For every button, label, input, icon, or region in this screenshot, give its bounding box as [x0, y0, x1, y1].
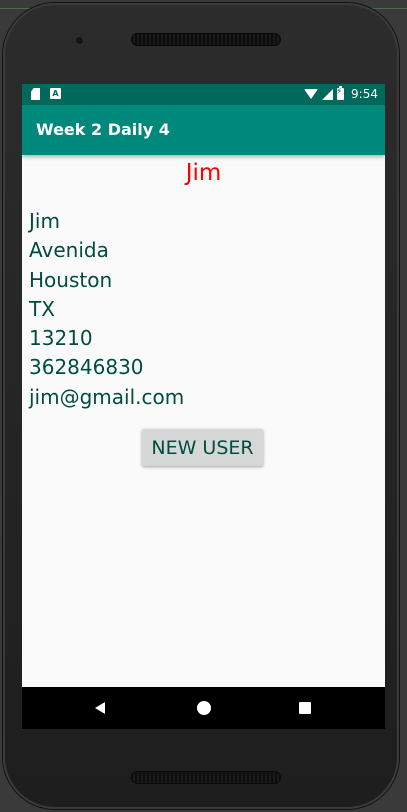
- status-right-icons: 9:54: [304, 86, 378, 101]
- battery-charging-icon: [336, 86, 345, 100]
- user-zip: 13210: [29, 326, 93, 351]
- navigation-bar: [22, 687, 385, 729]
- sd-card-icon: [31, 88, 40, 100]
- new-user-button[interactable]: NEW USER: [142, 429, 263, 466]
- user-name-heading: Jim: [185, 160, 222, 186]
- status-time: 9:54: [351, 87, 378, 101]
- user-info-list: Jim Avenida Houston TX 13210 362846830 j…: [29, 207, 184, 412]
- status-left-icons: A: [31, 88, 61, 100]
- top-speaker: [131, 33, 281, 46]
- front-camera: [75, 36, 84, 45]
- user-city: Houston: [29, 267, 113, 292]
- phone-frame: A 9:54 Week 2 Daily 4 Jim Jim Avenida Ho…: [3, 3, 399, 809]
- home-icon[interactable]: [197, 701, 211, 715]
- user-street: Avenida: [29, 238, 109, 263]
- user-email: jim@gmail.com: [29, 384, 185, 409]
- signal-icon: [322, 88, 334, 100]
- wifi-icon: [304, 89, 319, 99]
- device-screen: A 9:54 Week 2 Daily 4 Jim Jim Avenida Ho…: [22, 84, 385, 729]
- user-phone: 362846830: [29, 355, 144, 380]
- app-title: Week 2 Daily 4: [36, 120, 170, 139]
- a-badge-icon: A: [50, 88, 61, 99]
- status-bar: A 9:54: [22, 84, 385, 105]
- bottom-speaker: [131, 771, 281, 784]
- user-name: Jim: [29, 209, 60, 233]
- user-state: TX: [29, 296, 55, 321]
- back-icon[interactable]: [95, 702, 105, 714]
- app-bar: Week 2 Daily 4: [22, 105, 385, 155]
- recents-icon[interactable]: [299, 702, 311, 714]
